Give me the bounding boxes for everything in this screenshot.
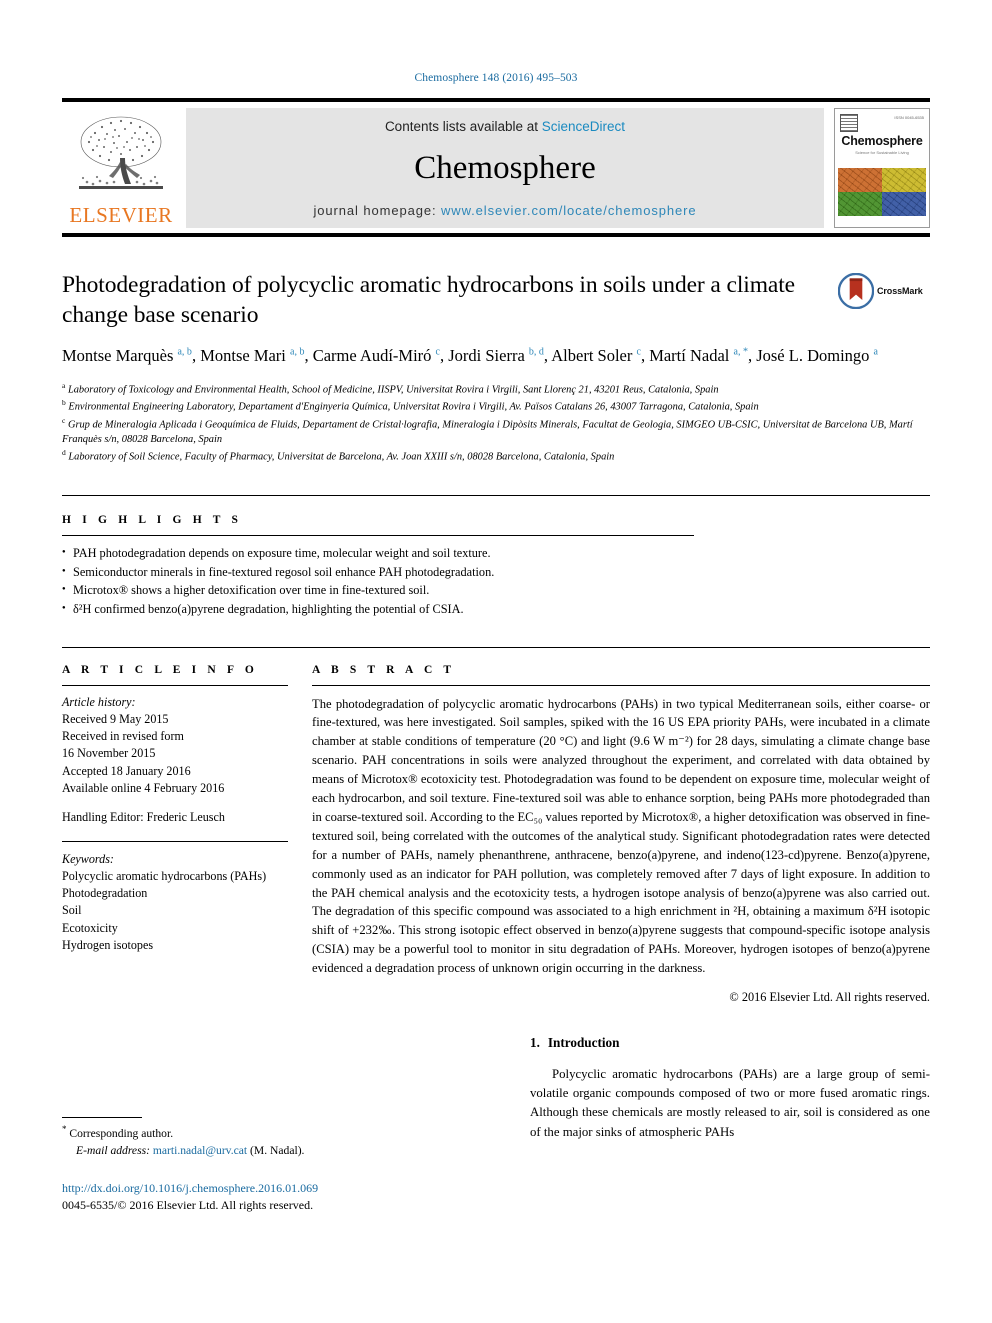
crossmark-icon	[838, 273, 874, 309]
elsevier-wordmark: ELSEVIER	[69, 203, 173, 227]
corresponding-author-text: Corresponding author.	[69, 1126, 174, 1140]
article-history-line: Available online 4 February 2016	[62, 781, 225, 795]
article-info-heading: A R T I C L E I N F O	[62, 663, 258, 676]
affiliation-item: a Laboratory of Toxicology and Environme…	[62, 381, 719, 396]
highlights-list: PAH photodegradation depends on exposure…	[62, 544, 930, 619]
crossmark-label: CrossMark	[877, 286, 923, 296]
highlight-item: Semiconductor minerals in fine-textured …	[62, 563, 930, 582]
affiliation-item: c Grup de Mineralogia Aplicada i Geoquím…	[62, 415, 913, 445]
journal-title: Chemosphere	[414, 150, 596, 186]
cover-cell-green	[838, 192, 882, 216]
affiliation-marker: b	[62, 398, 66, 408]
abstract-text: The photodegradation of polycyclic aroma…	[312, 696, 930, 976]
introduction-title: Introduction	[547, 1035, 620, 1050]
issn-copyright-line: 0045-6535/© 2016 Elsevier Ltd. All right…	[62, 1197, 314, 1212]
highlight-item: PAH photodegradation depends on exposure…	[62, 544, 930, 563]
journal-cover-thumbnail[interactable]: ISSN 0045-6535 Chemosphere Science for S…	[834, 108, 930, 228]
cover-bottom-bar	[838, 216, 926, 224]
sciencedirect-link[interactable]: ScienceDirect	[542, 119, 625, 134]
crossmark-badge[interactable]: CrossMark	[838, 271, 930, 309]
title-column: Photodegradation of polycyclic aromatic …	[62, 271, 838, 330]
highlights-divider	[62, 534, 694, 536]
article-history-line: Accepted 18 January 2016	[62, 763, 191, 778]
journal-homepage-line: journal homepage: www.elsevier.com/locat…	[314, 203, 697, 218]
article-history-lines: Received 9 May 2015 Received in revised f…	[62, 711, 288, 797]
highlight-item: Microtox® shows a higher detoxification …	[62, 581, 930, 600]
article-history-block: Article history: Received 9 May 2015 Rece…	[62, 694, 288, 827]
asterisk-icon: *	[62, 1124, 67, 1134]
email-link[interactable]: marti.nadal@urv.cat	[153, 1144, 247, 1157]
info-abstract-region: A R T I C L E I N F O Article history: R…	[62, 646, 930, 1005]
affiliation-list: a Laboratory of Toxicology and Environme…	[62, 381, 930, 465]
introduction-column: 1. Introduction Polycyclic aromatic hydro…	[502, 1035, 930, 1275]
affiliation-marker: a	[62, 381, 66, 391]
abstract-divider	[312, 684, 930, 686]
author-list: Montse Marquès a, b, Montse Mari a, b, C…	[62, 346, 878, 366]
article-info-column: A R T I C L E I N F O Article history: R…	[62, 664, 312, 1005]
journal-homepage-link[interactable]: www.elsevier.com/locate/chemosphere	[441, 203, 697, 218]
highlight-item: δ²H confirmed benzo(a)pyrene degradation…	[62, 600, 930, 619]
abstract-heading: A B S T R A C T	[312, 663, 456, 676]
cover-cell-blue	[882, 192, 926, 216]
elsevier-tree-icon	[79, 116, 163, 189]
running-head: Chemosphere 148 (2016) 495–503	[414, 72, 578, 84]
footnote-column: * Corresponding author. E-mail address: …	[62, 1035, 502, 1275]
affiliation-item: d Laboratory of Soil Science, Faculty of…	[62, 447, 615, 463]
contents-prefix: Contents lists available at	[384, 119, 542, 134]
email-line: E-mail address: marti.nadal@urv.cat (M. …	[62, 1142, 502, 1159]
corresponding-author-note: * Corresponding author. E-mail address: …	[62, 1123, 502, 1160]
homepage-prefix: journal homepage:	[313, 203, 441, 218]
article-history-line: 16 November 2015	[62, 746, 156, 761]
keyword-item: Soil	[62, 903, 82, 918]
cover-cell-yellow	[882, 168, 926, 192]
abstract-column: A B S T R A C T The photodegradation of …	[312, 664, 930, 1005]
bottom-region: * Corresponding author. E-mail address: …	[62, 1035, 930, 1275]
introduction-heading: 1. Introduction	[530, 1035, 930, 1051]
cover-elsevier-icon	[840, 114, 858, 132]
highlights-heading: H I G H L I G H T S	[62, 513, 243, 526]
article-page: Chemosphere 148 (2016) 495–503 ELSEVIER …	[0, 0, 992, 1323]
cover-issn: ISSN 0045-6535	[894, 115, 924, 120]
highlights-section: H I G H L I G H T S PAH photodegradation…	[62, 494, 930, 619]
keywords-label: Keywords:	[62, 851, 114, 866]
journal-masthead: ELSEVIER Contents lists available at Sci…	[62, 98, 930, 237]
masthead-center-panel: Contents lists available at ScienceDirec…	[186, 108, 824, 228]
article-history-line: Received in revised form	[62, 729, 184, 744]
keyword-item: Photodegradation	[62, 886, 148, 901]
article-history-label: Article history:	[62, 694, 136, 709]
abstract-copyright: © 2016 Elsevier Ltd. All rights reserved…	[729, 989, 930, 1004]
keyword-item: Hydrogen isotopes	[62, 937, 154, 952]
title-row: Photodegradation of polycyclic aromatic …	[62, 271, 930, 330]
cover-cell-orange	[838, 168, 882, 192]
keyword-item: Polycyclic aromatic hydrocarbons (PAHs)	[62, 868, 267, 883]
cover-image-grid	[838, 168, 926, 216]
introduction-number: 1.	[530, 1035, 540, 1050]
article-history-line: Received 9 May 2015	[62, 711, 169, 726]
introduction-paragraph: Polycyclic aromatic hydrocarbons (PAHs) …	[530, 1067, 930, 1139]
keywords-lines: Polycyclic aromatic hydrocarbons (PAHs) P…	[62, 868, 288, 954]
handling-editor: Handling Editor: Frederic Leusch	[62, 810, 225, 825]
cover-title: Chemosphere	[841, 134, 923, 148]
affiliation-item: b Environmental Engineering Laboratory, …	[62, 398, 759, 413]
article-info-divider	[62, 684, 288, 686]
doi-block: http://dx.doi.org/10.1016/j.chemosphere.…	[62, 1180, 502, 1214]
affiliation-marker: c	[62, 415, 66, 425]
cover-header: ISSN 0045-6535 Chemosphere Science for S…	[838, 112, 926, 168]
cover-subtitle: Science for Sustainable Living	[855, 150, 909, 155]
page-title: Photodegradation of polycyclic aromatic …	[62, 272, 795, 328]
contents-available-line: Contents lists available at ScienceDirec…	[385, 119, 625, 134]
elsevier-logo: ELSEVIER	[62, 108, 180, 228]
keywords-block: Keywords: Polycyclic aromatic hydrocarbo…	[62, 840, 288, 955]
email-label: E-mail address:	[76, 1144, 150, 1158]
affiliation-marker: d	[62, 447, 66, 457]
corresponding-author-line: * Corresponding author.	[62, 1123, 502, 1142]
keyword-item: Ecotoxicity	[62, 920, 118, 935]
email-owner: (M. Nadal).	[250, 1144, 305, 1158]
footnote-rule	[62, 1117, 142, 1118]
doi-link[interactable]: http://dx.doi.org/10.1016/j.chemosphere.…	[62, 1180, 502, 1197]
